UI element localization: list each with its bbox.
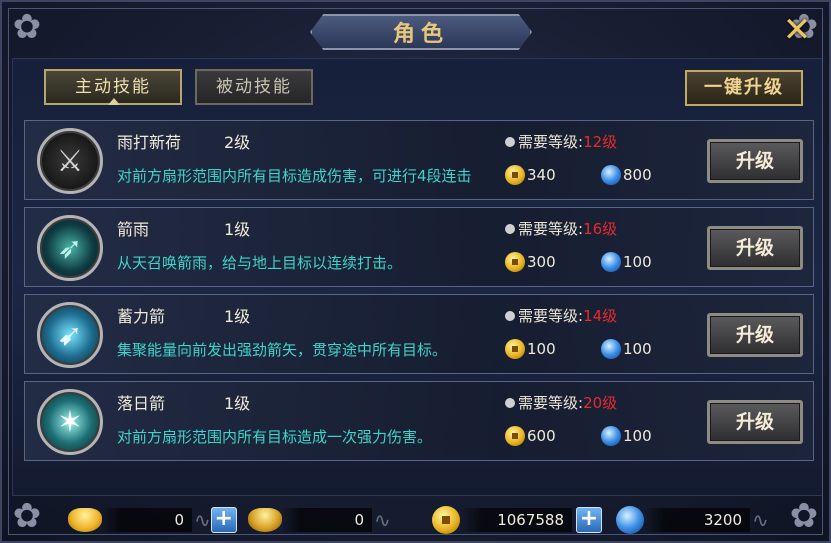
gem-cost-value: 800 (623, 166, 652, 184)
skill-requirement: 需要等级:14级 (505, 305, 617, 326)
gem-cost: 100 (601, 339, 652, 359)
gold-cost: 340 (505, 165, 556, 185)
gem-resource: 3200 ∿ (616, 506, 769, 534)
blue-gem-icon (616, 506, 644, 534)
sword-icon[interactable]: ⚔ (37, 128, 103, 194)
window-title-banner: 角色 (310, 14, 532, 50)
skill-name: 落日箭 (117, 394, 166, 413)
cloud-ornament-icon: ∿ (194, 508, 211, 532)
skill-name: 蓄力箭 (117, 307, 166, 326)
gem-cost-value: 100 (623, 427, 652, 445)
ingot-resource: 0 ∿ + (68, 506, 237, 534)
gold-cost-value: 340 (527, 166, 556, 184)
skill-requirement: 需要等级:16级 (505, 218, 617, 239)
upgrade-button[interactable]: 升级 (707, 400, 803, 444)
skill-name: 雨打新荷 (117, 133, 182, 152)
bullet-icon (505, 224, 515, 234)
skill-requirement: 需要等级:12级 (505, 131, 617, 152)
bullet-icon (505, 137, 515, 147)
skill-description: 对前方扇形范围内所有目标造成伤害，可进行4段连击 (117, 167, 472, 185)
upgrade-all-button[interactable]: 一键升级 (685, 70, 803, 106)
skill-level: 1级 (224, 307, 251, 326)
gem-cost-value: 100 (623, 340, 652, 358)
add-ingot-button[interactable]: + (210, 507, 237, 533)
skill-row: ➶ 箭雨 1级 从天召唤箭雨，给与地上目标以连续打击。 需要等级:16级 300… (24, 207, 814, 287)
blue-gem-icon (601, 339, 621, 359)
skill-level: 1级 (224, 394, 251, 413)
required-level: 12级 (583, 133, 618, 151)
gem-cost: 100 (601, 252, 652, 272)
blue-gem-icon (601, 165, 621, 185)
bound-ingot-icon (248, 508, 282, 532)
requirement-label: 需要等级: (518, 133, 584, 151)
skill-description: 对前方扇形范围内所有目标造成一次强力伤害。 (117, 428, 433, 446)
gold-cost-value: 300 (527, 253, 556, 271)
skill-level: 2级 (224, 133, 251, 152)
gold-coin-icon (505, 252, 525, 272)
gold-value: 1067588 (460, 508, 572, 532)
skill-row: ➹ 蓄力箭 1级 集聚能量向前发出强劲箭矢，贯穿途中所有目标。 需要等级:14级… (24, 294, 814, 374)
requirement-label: 需要等级: (518, 220, 584, 238)
gold-ingot-icon (68, 508, 102, 532)
character-window: ✿ ✿ ✿ ✿ 角色 ✕ 主动技能 被动技能 一键升级 ⚔ 雨打新荷 2级 对前… (0, 0, 831, 543)
gold-coin-icon (505, 426, 525, 446)
cloud-ornament-icon: ∿ (374, 508, 391, 532)
required-level: 16级 (583, 220, 618, 238)
skill-level: 1级 (224, 220, 251, 239)
gold-resource: 1067588 + (432, 506, 602, 534)
skill-row: ✶ 落日箭 1级 对前方扇形范围内所有目标造成一次强力伤害。 需要等级:20级 … (24, 381, 814, 461)
corner-ornament-icon: ✿ (12, 7, 42, 47)
gold-coin-icon (505, 165, 525, 185)
required-level: 20级 (583, 394, 618, 412)
close-icon[interactable]: ✕ (779, 12, 815, 48)
bound-ingot-value: 0 (282, 508, 372, 532)
add-gold-button[interactable]: + (576, 507, 602, 533)
cloud-ornament-icon: ∿ (752, 508, 769, 532)
gem-cost: 100 (601, 426, 652, 446)
bullet-icon (505, 311, 515, 321)
active-tab-caret-icon (108, 98, 120, 105)
bound-ingot-resource: 0 ∿ (248, 506, 391, 534)
gold-cost: 600 (505, 426, 556, 446)
gold-cost-value: 100 (527, 340, 556, 358)
skill-description: 集聚能量向前发出强劲箭矢，贯穿途中所有目标。 (117, 341, 448, 359)
charged-arrow-icon[interactable]: ➹ (37, 302, 103, 368)
arrow-rain-icon[interactable]: ➶ (37, 215, 103, 281)
tab-passive-skills[interactable]: 被动技能 (195, 69, 313, 105)
skill-name: 箭雨 (117, 220, 150, 239)
skill-row: ⚔ 雨打新荷 2级 对前方扇形范围内所有目标造成伤害，可进行4段连击 需要等级:… (24, 120, 814, 200)
gem-value: 3200 (644, 508, 750, 532)
gold-cost-value: 600 (527, 427, 556, 445)
skill-requirement: 需要等级:20级 (505, 392, 617, 413)
requirement-label: 需要等级: (518, 307, 584, 325)
gem-cost: 800 (601, 165, 652, 185)
skill-description: 从天召唤箭雨，给与地上目标以连续打击。 (117, 254, 403, 272)
upgrade-button[interactable]: 升级 (707, 226, 803, 270)
window-title: 角色 (392, 22, 449, 47)
upgrade-button[interactable]: 升级 (707, 139, 803, 183)
ingot-value: 0 (102, 508, 192, 532)
bullet-icon (505, 398, 515, 408)
gold-cost: 300 (505, 252, 556, 272)
sunset-arrow-icon[interactable]: ✶ (37, 389, 103, 455)
gold-cost: 100 (505, 339, 556, 359)
required-level: 14级 (583, 307, 618, 325)
resource-bar: 0 ∿ + 0 ∿ 1067588 + 3200 ∿ (2, 496, 831, 543)
blue-gem-icon (601, 426, 621, 446)
upgrade-button[interactable]: 升级 (707, 313, 803, 357)
blue-gem-icon (601, 252, 621, 272)
gold-coin-icon (432, 506, 460, 534)
requirement-label: 需要等级: (518, 394, 584, 412)
gem-cost-value: 100 (623, 253, 652, 271)
gold-coin-icon (505, 339, 525, 359)
